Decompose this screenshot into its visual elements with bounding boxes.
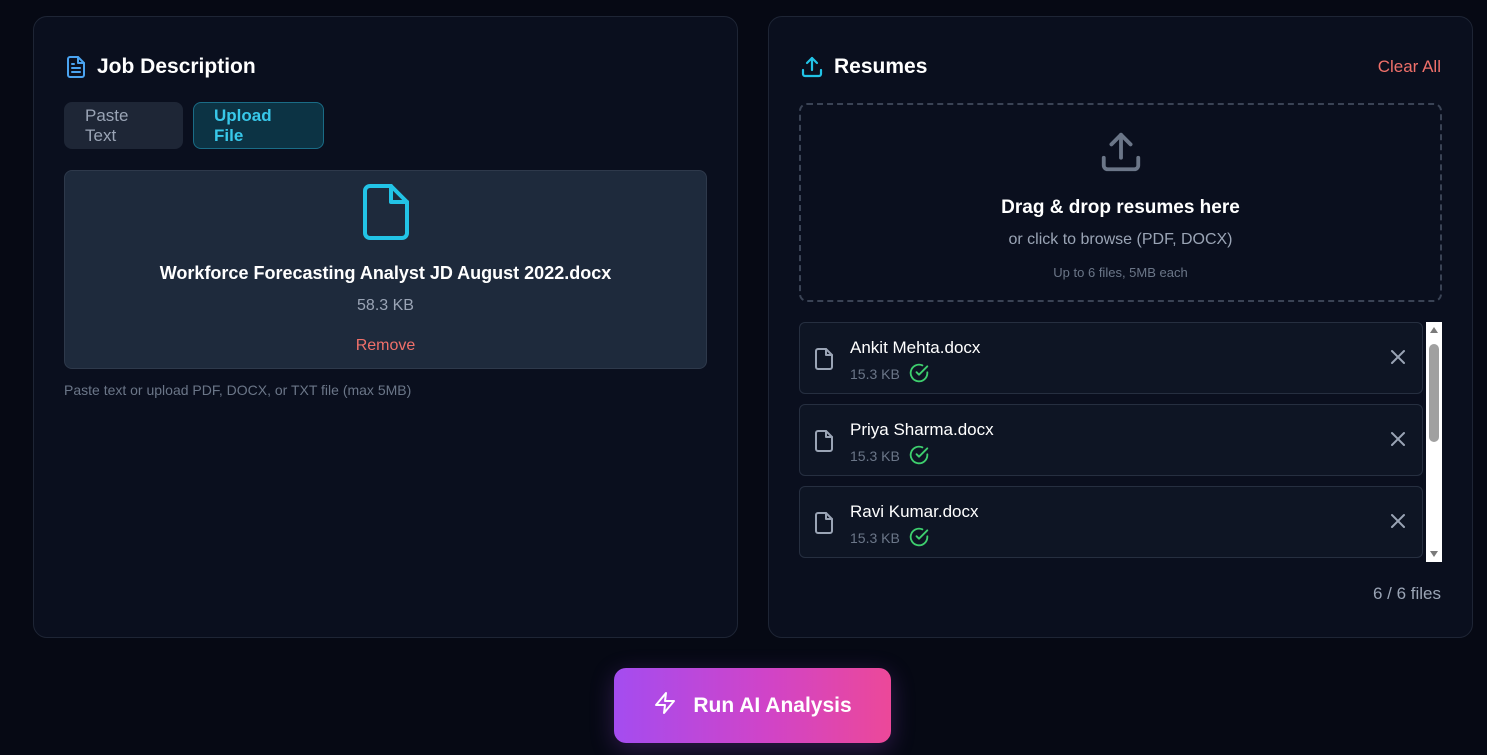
tab-paste-text[interactable]: Paste Text bbox=[64, 102, 183, 149]
jd-input-hint: Paste text or upload PDF, DOCX, or TXT f… bbox=[64, 382, 412, 398]
close-icon[interactable] bbox=[1390, 431, 1406, 452]
check-circle-icon bbox=[909, 445, 929, 470]
resume-file-item: Priya Sharma.docx 15.3 KB bbox=[799, 404, 1423, 476]
scroll-up-arrow-icon[interactable] bbox=[1426, 322, 1442, 338]
document-icon bbox=[65, 55, 87, 79]
close-icon[interactable] bbox=[1390, 513, 1406, 534]
upload-icon bbox=[1098, 129, 1144, 180]
resume-file-item: Ravi Kumar.docx 15.3 KB bbox=[799, 486, 1423, 558]
resume-file-size: 15.3 KB bbox=[850, 366, 900, 382]
resume-file-size: 15.3 KB bbox=[850, 530, 900, 546]
resumes-title: Resumes bbox=[834, 55, 928, 78]
run-ai-analysis-button[interactable]: Run AI Analysis bbox=[614, 668, 891, 743]
dropzone-subtitle: or click to browse (PDF, DOCX) bbox=[1008, 231, 1233, 248]
resume-file-size: 15.3 KB bbox=[850, 448, 900, 464]
check-circle-icon bbox=[909, 363, 929, 388]
resume-file-item: Ankit Mehta.docx 15.3 KB bbox=[799, 322, 1423, 394]
file-icon bbox=[814, 347, 834, 376]
resume-dropzone[interactable]: Drag & drop resumes here or click to bro… bbox=[799, 103, 1442, 302]
resume-file-list[interactable]: Ankit Mehta.docx 15.3 KB Priya Sharma.do… bbox=[799, 322, 1442, 562]
job-description-panel: Job Description Paste Text Upload File W… bbox=[33, 16, 738, 638]
scroll-down-arrow-icon[interactable] bbox=[1426, 546, 1442, 562]
uploaded-file-card: Workforce Forecasting Analyst JD August … bbox=[64, 170, 707, 369]
resumes-header: Resumes bbox=[800, 55, 927, 79]
file-icon bbox=[814, 429, 834, 458]
close-icon[interactable] bbox=[1390, 349, 1406, 370]
clear-all-button[interactable]: Clear All bbox=[1378, 57, 1441, 77]
resume-list-scrollbar[interactable] bbox=[1426, 322, 1442, 562]
check-circle-icon bbox=[909, 527, 929, 552]
file-icon bbox=[361, 183, 411, 246]
remove-file-button[interactable]: Remove bbox=[356, 337, 416, 355]
upload-icon bbox=[800, 55, 824, 79]
resume-file-name: Ravi Kumar.docx bbox=[850, 502, 979, 521]
resumes-panel: Resumes Clear All Drag & drop resumes he… bbox=[768, 16, 1473, 638]
dropzone-title: Drag & drop resumes here bbox=[1001, 197, 1240, 218]
job-description-header: Job Description bbox=[65, 55, 256, 79]
job-description-title: Job Description bbox=[97, 55, 256, 78]
file-icon bbox=[814, 511, 834, 540]
jd-input-tabs: Paste Text Upload File bbox=[64, 102, 324, 149]
tab-upload-file[interactable]: Upload File bbox=[193, 102, 324, 149]
scrollbar-thumb[interactable] bbox=[1429, 344, 1439, 442]
resume-file-name: Ankit Mehta.docx bbox=[850, 338, 981, 357]
lightning-icon bbox=[653, 690, 677, 722]
resume-file-name: Priya Sharma.docx bbox=[850, 420, 994, 439]
uploaded-file-name: Workforce Forecasting Analyst JD August … bbox=[159, 263, 612, 283]
run-ai-analysis-label: Run AI Analysis bbox=[693, 693, 852, 717]
dropzone-limit: Up to 6 files, 5MB each bbox=[1053, 265, 1188, 280]
resume-file-count: 6 / 6 files bbox=[1372, 584, 1441, 603]
uploaded-file-size: 58.3 KB bbox=[357, 297, 414, 314]
